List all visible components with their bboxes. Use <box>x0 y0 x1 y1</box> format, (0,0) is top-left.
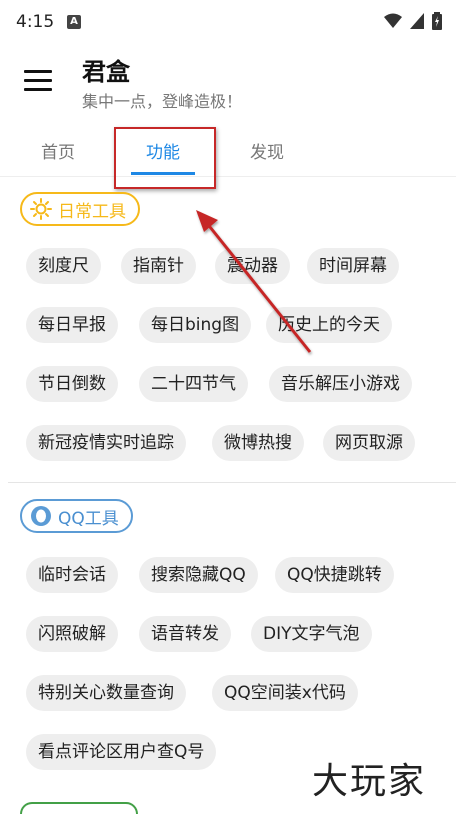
annotation-arrow-icon <box>196 210 312 353</box>
watermark: 大玩家 <box>312 761 427 802</box>
